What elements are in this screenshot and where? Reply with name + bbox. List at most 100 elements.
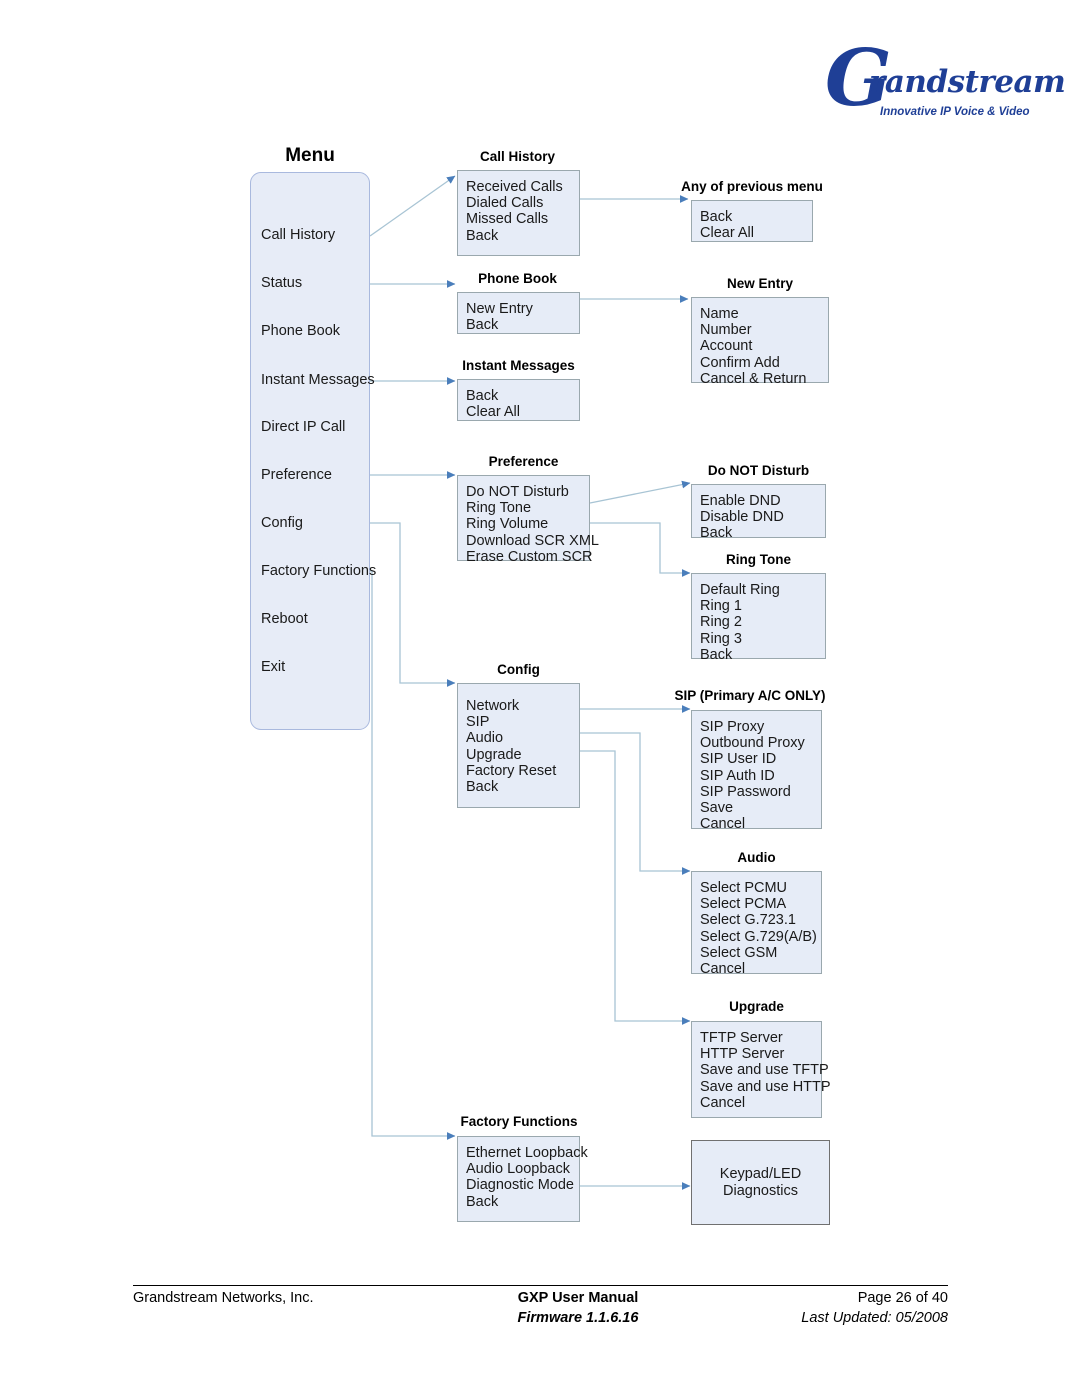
list-item[interactable]: Do NOT Disturb [466, 484, 589, 500]
node-caption-factory-functions: Factory Functions [460, 1114, 578, 1129]
footer-page: Page 26 of 40 [857, 1290, 948, 1306]
logo-wordmark: randstream [869, 64, 1066, 100]
footer-company: Grandstream Networks, Inc. [133, 1290, 314, 1306]
list-item[interactable]: Default Ring [700, 582, 825, 598]
node-caption-do-not-disturb: Do NOT Disturb [707, 463, 810, 478]
node-keypad-led-diagnostics: Keypad/LED Diagnostics [691, 1140, 830, 1225]
footer-manual: GXP User Manual [517, 1290, 639, 1306]
node-do-not-disturb: Enable DND Disable DND Back [691, 484, 826, 541]
node-caption-preference: Preference [488, 454, 559, 469]
list-item[interactable]: Ring Volume [466, 516, 589, 532]
menu-item-reboot[interactable]: Reboot [261, 611, 308, 627]
list-item[interactable]: Ring 1 [700, 598, 825, 614]
list-item[interactable]: Save and use HTTP [700, 1079, 831, 1095]
node-caption-phone-book: Phone Book [478, 271, 557, 286]
list-item[interactable]: Back [700, 525, 825, 541]
node-config: Network SIP Audio Upgrade Factory Reset … [457, 683, 580, 808]
logo-tagline: Innovative IP Voice & Video [880, 106, 1030, 118]
list-item[interactable]: Cancel [700, 961, 821, 977]
list-item[interactable]: Outbound Proxy [700, 735, 821, 751]
menu-item-instant-messages[interactable]: Instant Messages [261, 372, 375, 388]
footer-updated: Last Updated: 05/2008 [801, 1310, 948, 1326]
list-item[interactable]: SIP Auth ID [700, 768, 821, 784]
list-item[interactable]: Audio [466, 730, 579, 746]
node-preference: Do NOT Disturb Ring Tone Ring Volume Dow… [457, 475, 599, 565]
node-factory-functions: Ethernet Loopback Audio Loopback Diagnos… [457, 1136, 588, 1222]
list-item[interactable]: SIP User ID [700, 751, 821, 767]
page-canvas: G randstream Innovative IP Voice & Video [0, 0, 1080, 1397]
list-item[interactable]: Back [466, 388, 579, 404]
node-instant-messages: Back Clear All [457, 379, 580, 421]
list-item[interactable]: Save and use TFTP [700, 1062, 829, 1078]
list-item[interactable]: Number [700, 322, 828, 338]
list-item[interactable]: Audio Loopback [466, 1161, 579, 1177]
menu-caption: Menu [285, 145, 335, 166]
list-item: Diagnostics [723, 1182, 798, 1199]
menu-item-phone-book[interactable]: Phone Book [261, 323, 340, 339]
list-item[interactable]: Back [466, 1194, 579, 1210]
list-item[interactable]: Back [700, 209, 812, 225]
list-item[interactable]: Select G.729(A/B) [700, 929, 821, 945]
list-item[interactable]: Ring 3 [700, 631, 825, 647]
menu-item-preference[interactable]: Preference [261, 467, 332, 483]
list-item[interactable]: SIP [466, 714, 579, 730]
list-item[interactable]: Select PCMA [700, 896, 821, 912]
list-item[interactable]: Back [466, 779, 579, 795]
list-item[interactable]: Ring Tone [466, 500, 589, 516]
node-caption-instant-messages: Instant Messages [462, 358, 575, 373]
list-item[interactable]: Enable DND [700, 493, 825, 509]
list-item: Keypad/LED [719, 1166, 802, 1183]
list-item[interactable]: Select GSM [700, 945, 821, 961]
list-item[interactable]: Clear All [466, 404, 579, 420]
menu-item-factory-functions[interactable]: Factory Functions [261, 563, 376, 579]
list-item[interactable]: Select G.723.1 [700, 912, 821, 928]
menu-item-direct-ip-call[interactable]: Direct IP Call [261, 419, 345, 435]
list-item[interactable]: Cancel & Return [700, 371, 828, 387]
list-item[interactable]: TFTP Server [700, 1030, 821, 1046]
list-item[interactable]: Upgrade [466, 747, 579, 763]
list-item[interactable]: Select PCMU [700, 880, 821, 896]
list-item[interactable]: Disable DND [700, 509, 825, 525]
list-item[interactable]: Clear All [700, 225, 812, 241]
menu-box: Call History Status Phone Book Instant M… [250, 172, 376, 730]
node-caption-call-history: Call History [479, 149, 556, 164]
list-item[interactable]: New Entry [466, 301, 579, 317]
list-item[interactable]: Ring 2 [700, 614, 825, 630]
list-item[interactable]: Save [700, 800, 821, 816]
list-item[interactable]: Cancel [700, 816, 821, 832]
node-upgrade: TFTP Server HTTP Server Save and use TFT… [691, 1021, 831, 1118]
list-item[interactable]: HTTP Server [700, 1046, 821, 1062]
menu-item-call-history[interactable]: Call History [261, 227, 335, 243]
list-item[interactable]: Confirm Add [700, 355, 828, 371]
list-item[interactable]: Received Calls [466, 179, 579, 195]
menu-item-config[interactable]: Config [261, 515, 303, 531]
node-new-entry: Name Number Account Confirm Add Cancel &… [691, 297, 829, 387]
node-caption-sip: SIP (Primary A/C ONLY) [674, 688, 826, 703]
list-item[interactable]: Name [700, 306, 828, 322]
list-item[interactable]: SIP Password [700, 784, 821, 800]
list-item[interactable]: Erase Custom SCR [466, 549, 593, 565]
page-footer: Grandstream Networks, Inc. GXP User Manu… [133, 1290, 948, 1350]
list-item[interactable]: Network [466, 698, 579, 714]
node-caption-any-previous-menu: Any of previous menu [681, 179, 823, 194]
list-item[interactable]: Download SCR XML [466, 533, 599, 549]
footer-firmware: Firmware 1.1.6.16 [517, 1310, 639, 1326]
list-item[interactable]: Ethernet Loopback [466, 1145, 588, 1161]
node-caption-config: Config [497, 662, 540, 677]
list-item[interactable]: Factory Reset [466, 763, 579, 779]
node-audio: Select PCMU Select PCMA Select G.723.1 S… [691, 871, 822, 977]
grandstream-logo: G randstream Innovative IP Voice & Video [825, 40, 1066, 136]
list-item[interactable]: Back [466, 228, 579, 244]
node-sip: SIP Proxy Outbound Proxy SIP User ID SIP… [691, 710, 822, 832]
list-item[interactable]: Account [700, 338, 828, 354]
list-item[interactable]: Back [700, 647, 825, 663]
list-item[interactable]: Back [466, 317, 579, 333]
node-phone-book: New Entry Back [457, 292, 580, 334]
list-item[interactable]: Cancel [700, 1095, 821, 1111]
menu-item-status[interactable]: Status [261, 275, 302, 291]
menu-item-exit[interactable]: Exit [261, 659, 285, 675]
list-item[interactable]: Diagnostic Mode [466, 1177, 579, 1193]
list-item[interactable]: SIP Proxy [700, 719, 821, 735]
list-item[interactable]: Missed Calls [466, 211, 579, 227]
list-item[interactable]: Dialed Calls [466, 195, 579, 211]
